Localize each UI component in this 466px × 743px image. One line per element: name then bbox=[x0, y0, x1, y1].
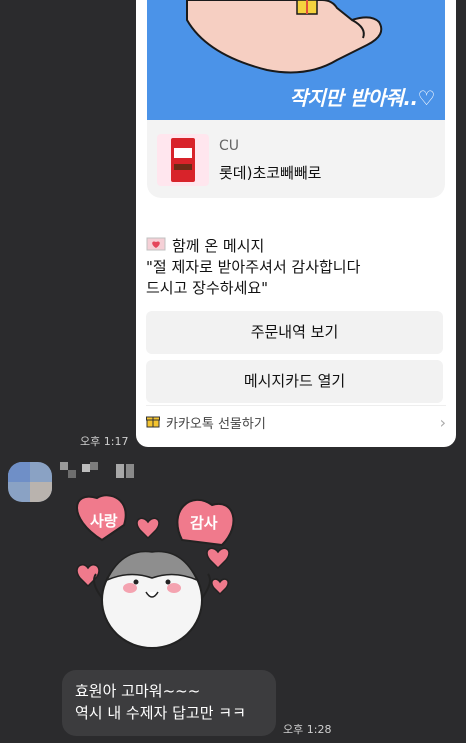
message-line-1: "절 제자로 받아주셔서 감사합니다 bbox=[146, 258, 361, 276]
cat-sticker[interactable]: 사랑 감사 bbox=[62, 490, 242, 650]
message-title: 함께 온 메시지 bbox=[172, 237, 265, 255]
kakao-gift-footer-link[interactable]: 카카오톡 선물하기 › bbox=[146, 405, 446, 439]
sticker-right-text: 감사 bbox=[190, 514, 218, 532]
chevron-right-icon: › bbox=[439, 413, 446, 432]
product-info[interactable]: CU 롯데)초코빼빼로 bbox=[147, 120, 445, 198]
gift-message: 함께 온 메시지 "절 제자로 받아주셔서 감사합니다 드시고 장수하세요" bbox=[146, 236, 446, 299]
order-history-button[interactable]: 주문내역 보기 bbox=[146, 311, 443, 354]
message-line-2: 드시고 장수하세요" bbox=[146, 279, 269, 297]
gift-banner-image[interactable]: 작지만 받아줘..♡ bbox=[147, 0, 445, 120]
product-name: 롯데)초코빼빼로 bbox=[219, 164, 322, 182]
chat-message-bubble[interactable]: 효원아 고마워~~~ 역시 내 수제자 답고만 ㅋㅋ bbox=[62, 670, 276, 736]
message-timestamp: 오후 1:28 bbox=[283, 723, 332, 736]
chat-line-1: 효원아 고마워~~~ bbox=[75, 682, 201, 700]
product-brand: CU bbox=[219, 138, 240, 154]
gift-timestamp: 오후 1:17 bbox=[80, 435, 129, 448]
envelope-heart-icon bbox=[146, 236, 166, 257]
footer-label: 카카오톡 선물하기 bbox=[166, 417, 266, 432]
gift-box-icon bbox=[146, 414, 160, 432]
gift-message-bubble[interactable]: 작지만 받아줘..♡ CU 롯데)초코빼빼로 함께 온 메시지 "절 제자로 받… bbox=[136, 0, 456, 447]
sender-name-blurred bbox=[60, 462, 150, 480]
chat-line-2: 역시 내 수제자 답고만 ㅋㅋ bbox=[75, 704, 246, 722]
product-thumbnail bbox=[157, 134, 209, 186]
avatar[interactable] bbox=[8, 462, 52, 502]
sticker-left-text: 사랑 bbox=[90, 512, 118, 530]
message-card-button[interactable]: 메시지카드 열기 bbox=[146, 360, 443, 403]
banner-caption: 작지만 받아줘..♡ bbox=[289, 86, 436, 110]
